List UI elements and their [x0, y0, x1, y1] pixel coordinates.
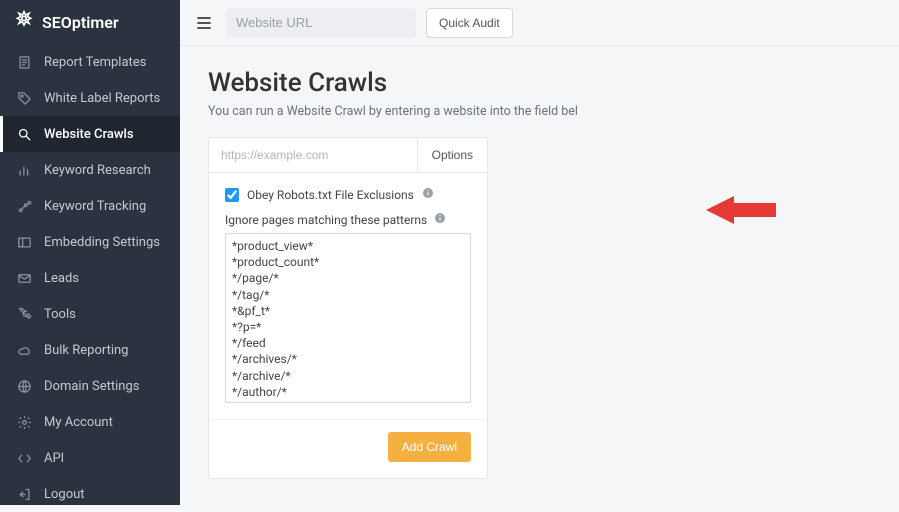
sidebar-item-label: Tools — [44, 307, 76, 322]
api-icon — [16, 450, 32, 466]
embed-icon — [16, 234, 32, 250]
menu-toggle[interactable] — [192, 11, 216, 35]
sidebar-item-keyword-research[interactable]: Keyword Research — [0, 152, 180, 188]
sidebar-item-tools[interactable]: Tools — [0, 296, 180, 332]
globe-icon — [16, 378, 32, 394]
sidebar-item-api[interactable]: API — [0, 440, 180, 476]
search-icon — [16, 126, 32, 142]
sidebar-item-label: Logout — [44, 487, 85, 502]
sidebar-item-domain-settings[interactable]: Domain Settings — [0, 368, 180, 404]
nav: Report Templates White Label Reports Websi… — [0, 44, 180, 512]
tag-icon — [16, 90, 32, 106]
brand-text: SEOptimer — [42, 13, 119, 32]
sidebar-item-label: API — [44, 451, 64, 466]
highlight-arrow — [706, 190, 776, 234]
sidebar: SEOptimer Report Templates White Label Re… — [0, 0, 180, 505]
card-body: Obey Robots.txt File Exclusions Ignore p… — [209, 173, 487, 419]
doc-icon — [16, 54, 32, 70]
page-title: Website Crawls — [208, 68, 871, 98]
sidebar-item-embedding-settings[interactable]: Embedding Settings — [0, 224, 180, 260]
sidebar-item-report-templates[interactable]: Report Templates — [0, 44, 180, 80]
sidebar-item-bulk-reporting[interactable]: Bulk Reporting — [0, 332, 180, 368]
content: Website Crawls You can run a Website Cra… — [180, 46, 899, 501]
add-crawl-button[interactable]: Add Crawl — [388, 432, 471, 462]
options-button[interactable]: Options — [417, 138, 487, 172]
sidebar-item-label: My Account — [44, 415, 113, 430]
sidebar-item-label: Report Templates — [44, 55, 146, 70]
sidebar-item-label: Website Crawls — [44, 127, 134, 142]
topbar: Quick Audit — [180, 0, 899, 46]
obey-robots-row[interactable]: Obey Robots.txt File Exclusions — [225, 187, 471, 202]
card-footer: Add Crawl — [209, 419, 487, 478]
website-url-input[interactable] — [226, 8, 416, 38]
sidebar-item-logout[interactable]: Logout — [0, 476, 180, 512]
sidebar-item-my-account[interactable]: My Account — [0, 404, 180, 440]
mail-icon — [16, 270, 32, 286]
card-top: Options — [209, 138, 487, 173]
sidebar-item-leads[interactable]: Leads — [0, 260, 180, 296]
main: Quick Audit Website Crawls You can run a… — [180, 0, 899, 505]
crawl-url-input[interactable] — [209, 138, 417, 172]
sidebar-item-label: White Label Reports — [44, 91, 160, 106]
ignore-patterns-textarea[interactable] — [225, 233, 471, 403]
sidebar-item-website-crawls[interactable]: Website Crawls — [0, 116, 180, 152]
wrench-icon — [16, 306, 32, 322]
info-icon[interactable] — [434, 213, 446, 227]
track-icon — [16, 198, 32, 214]
chart-icon — [16, 162, 32, 178]
sidebar-item-label: Embedding Settings — [44, 235, 160, 250]
brand[interactable]: SEOptimer — [0, 0, 180, 44]
obey-robots-checkbox[interactable] — [225, 188, 239, 202]
logout-icon — [16, 486, 32, 502]
brand-icon — [14, 10, 34, 34]
crawl-card: Options Obey Robots.txt File Exclusions … — [208, 137, 488, 479]
gear-icon — [16, 414, 32, 430]
info-icon[interactable] — [422, 187, 434, 202]
sidebar-item-label: Keyword Tracking — [44, 199, 146, 214]
sidebar-item-keyword-tracking[interactable]: Keyword Tracking — [0, 188, 180, 224]
ignore-patterns-label: Ignore pages matching these patterns — [225, 212, 471, 227]
cloud-icon — [16, 342, 32, 358]
sidebar-item-label: Bulk Reporting — [44, 343, 128, 358]
page-subtitle: You can run a Website Crawl by entering … — [208, 104, 871, 119]
obey-robots-label: Obey Robots.txt File Exclusions — [247, 188, 414, 202]
sidebar-item-label: Domain Settings — [44, 379, 139, 394]
quick-audit-button[interactable]: Quick Audit — [426, 8, 513, 38]
sidebar-item-label: Leads — [44, 271, 79, 286]
sidebar-item-label: Keyword Research — [44, 163, 151, 178]
sidebar-item-white-label-reports[interactable]: White Label Reports — [0, 80, 180, 116]
